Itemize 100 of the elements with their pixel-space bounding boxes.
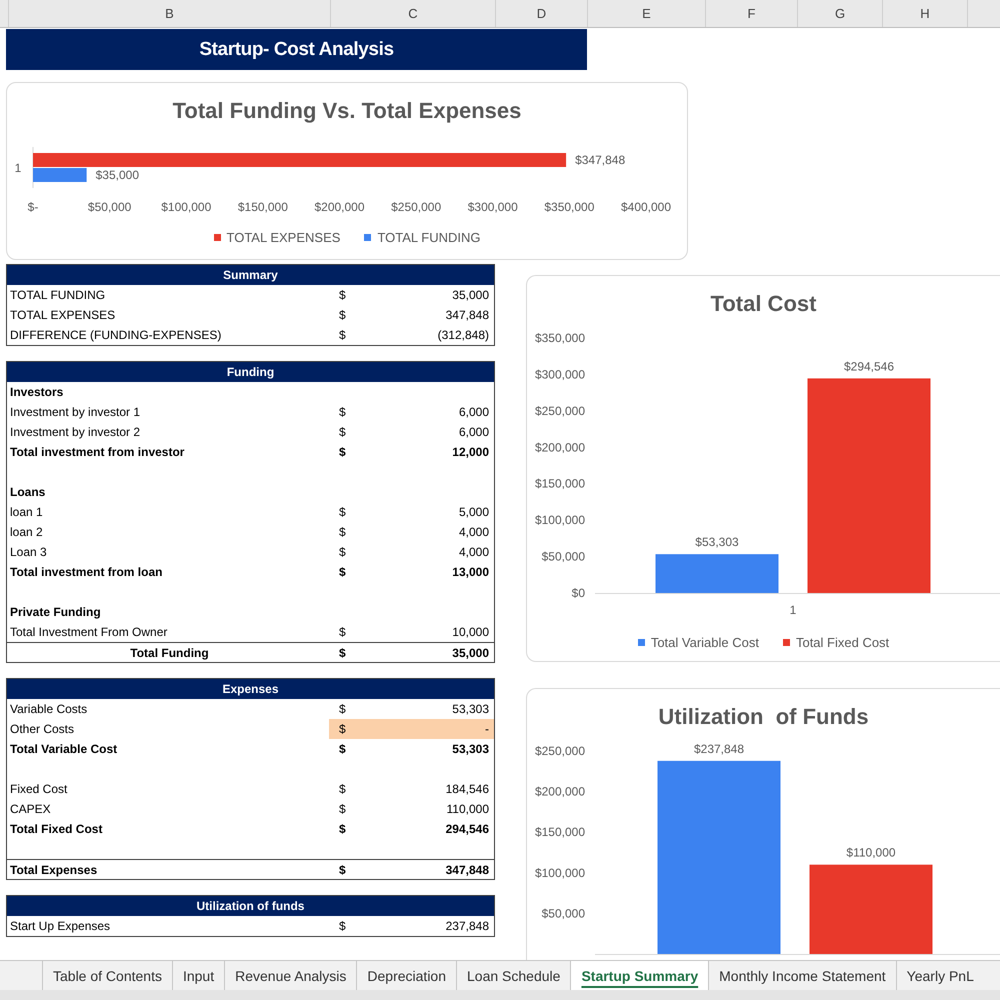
currency-sign: $	[338, 307, 347, 324]
axis-label: $350,000	[544, 200, 594, 214]
section-heading: Loans	[9, 484, 46, 501]
axis-label: $350,000	[534, 331, 585, 345]
row-label: Investment by investor 2	[9, 424, 142, 441]
amount: 10,000	[451, 624, 490, 641]
currency-sign: $	[338, 544, 347, 561]
row-label: loan 1	[9, 504, 44, 521]
currency-sign: $	[338, 424, 347, 441]
column-header[interactable]: H	[883, 0, 968, 27]
currency-sign: $	[338, 524, 347, 541]
amount: 13,000	[451, 564, 490, 581]
legend-label: TOTAL EXPENSES	[226, 230, 340, 244]
row-label: Investment by investor 1	[9, 404, 142, 421]
currency-sign: $	[338, 444, 347, 461]
row-label: loan 2	[9, 524, 44, 541]
row-label: Total Variable Cost	[9, 741, 118, 758]
amount: 110,000	[446, 801, 490, 818]
axis-label: $150,000	[534, 476, 585, 491]
table-header: Funding	[7, 362, 494, 382]
legend-label: Total Variable Cost	[650, 634, 759, 650]
amount: 6,000	[458, 404, 490, 421]
column-header[interactable]: F	[706, 0, 798, 27]
row-label: Total Funding	[129, 644, 210, 662]
amount: 294,546	[444, 821, 490, 838]
axis-label: $300,000	[468, 200, 518, 214]
axis-label: $100,000	[161, 200, 212, 214]
axis-label: $400,000	[620, 200, 672, 214]
row-label: TOTAL FUNDING	[9, 287, 106, 304]
currency-sign: $	[329, 719, 397, 739]
row-label: Other Costs	[9, 721, 76, 738]
axis-label: $50,000	[542, 906, 585, 920]
amount: 184,546	[444, 781, 490, 798]
data-label: $294,546	[844, 359, 894, 374]
amount: 53,303	[451, 701, 490, 718]
data-label: $347,848	[575, 153, 626, 167]
currency-sign: $	[338, 504, 347, 521]
row-label: Total Fixed Cost	[9, 821, 104, 838]
axis-label: $-	[28, 200, 38, 214]
row-label: Total Investment From Owner	[9, 624, 168, 641]
table-header: Expenses	[7, 679, 494, 699]
sheet-title: Startup- Cost Analysis	[6, 29, 587, 70]
column-header[interactable]: B	[9, 0, 331, 27]
column-header[interactable]: D	[496, 0, 588, 27]
amount: -	[397, 719, 494, 739]
axis-label: $100,000	[534, 866, 585, 880]
axis-label: $50,000	[88, 200, 132, 214]
data-label: $237,848	[694, 742, 744, 756]
column-header[interactable]: G	[798, 0, 883, 27]
data-label: $110,000	[846, 846, 896, 860]
amount: 4,000	[458, 524, 490, 541]
axis-label: $200,000	[534, 440, 585, 454]
legend-label: Total Fixed Cost	[796, 634, 890, 650]
amount: 35,000	[451, 644, 490, 662]
section-heading: Investors	[9, 384, 64, 401]
legend-label: TOTAL FUNDING	[377, 230, 480, 244]
currency-sign: $	[338, 862, 347, 878]
amount: 6,000	[458, 424, 490, 441]
axis-label: $250,000	[391, 200, 442, 214]
row-label: CAPEX	[9, 801, 52, 818]
amount: 347,848	[444, 307, 490, 324]
currency-sign: $	[338, 624, 347, 641]
row-label: Total investment from investor	[9, 444, 186, 461]
row-label: Start Up Expenses	[9, 918, 112, 935]
axis-label: $250,000	[534, 744, 585, 758]
category-label: 1	[14, 161, 22, 175]
axis-label: $300,000	[534, 367, 585, 382]
currency-sign: $	[338, 741, 347, 758]
sheet-tab[interactable]: Startup Summary	[570, 961, 708, 990]
currency-sign: $	[338, 404, 347, 421]
axis-label: $200,000	[314, 200, 365, 214]
currency-sign: $	[338, 327, 347, 344]
row-label: DIFFERENCE (FUNDING-EXPENSES)	[9, 327, 222, 344]
axis-label: $200,000	[534, 784, 585, 799]
currency-sign: $	[338, 918, 347, 935]
amount: 12,000	[451, 444, 490, 461]
amount: 4,000	[458, 544, 490, 561]
chart-title: Total Funding Vs. Total Expenses	[172, 97, 522, 125]
column-header[interactable]: E	[588, 0, 706, 27]
amount: 53,303	[451, 741, 490, 758]
amount: 5,000	[458, 504, 490, 521]
currency-sign: $	[338, 287, 347, 304]
axis-label: $150,000	[238, 200, 288, 214]
currency-sign: $	[338, 781, 347, 798]
amount: (312,848)	[436, 327, 490, 344]
currency-sign: $	[338, 801, 347, 818]
axis-label: $250,000	[534, 404, 585, 418]
currency-sign: $	[338, 821, 347, 838]
amount: 35,000	[451, 287, 490, 304]
data-label: $53,303	[695, 535, 739, 550]
section-heading: Private Funding	[9, 604, 102, 621]
chart-title: Utilization of Funds	[657, 703, 870, 731]
currency-sign: $	[338, 701, 347, 718]
category-label: 1	[790, 603, 796, 617]
column-header[interactable]: C	[331, 0, 496, 27]
table-header: Utilization of funds	[7, 896, 494, 916]
axis-label: $100,000	[534, 513, 585, 528]
currency-sign: $	[338, 644, 347, 662]
amount: 347,848	[444, 862, 490, 878]
data-label: $35,000	[96, 168, 140, 182]
